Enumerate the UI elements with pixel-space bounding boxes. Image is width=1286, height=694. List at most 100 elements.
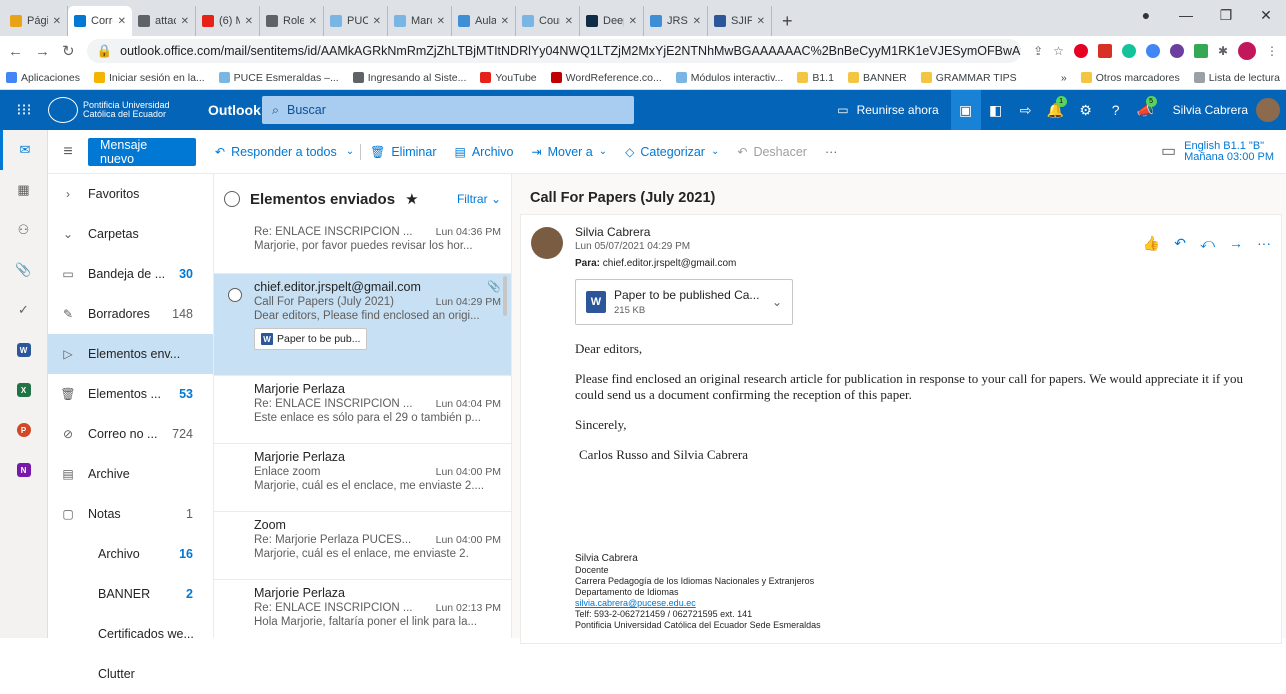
minimize-icon[interactable]: — — [1166, 7, 1206, 23]
tab-close-icon[interactable]: ✕ — [501, 16, 509, 27]
teams-chat-icon[interactable]: ▣ — [950, 90, 981, 130]
forward-icon[interactable]: → — [1229, 235, 1243, 252]
attachment-menu-chevron-icon[interactable]: ⌄ — [772, 295, 782, 309]
message-select-radio[interactable] — [228, 288, 242, 302]
browser-tab[interactable]: Página ✕ — [4, 6, 68, 36]
sender-avatar[interactable] — [531, 227, 563, 259]
more-options-icon[interactable]: ··· — [1257, 235, 1271, 252]
folder-item[interactable]: Clutter — [48, 654, 213, 694]
browser-tab[interactable]: DeepL ✕ — [580, 6, 644, 36]
reading-list-button[interactable]: Lista de lectura — [1193, 72, 1280, 84]
other-bookmarks-button[interactable]: Otros marcadores — [1080, 72, 1180, 84]
browser-tab[interactable]: attachm ✕ — [132, 6, 196, 36]
user-avatar[interactable] — [1256, 98, 1280, 122]
filter-button[interactable]: Filtrar ⌄ — [457, 192, 501, 206]
browser-tab[interactable]: Aula Vi ✕ — [452, 6, 516, 36]
extensions-puzzle-icon[interactable]: ✱ — [1218, 44, 1228, 58]
org-logo[interactable]: Pontificia Universidad Católica del Ecuad… — [48, 97, 208, 123]
forward-icon[interactable]: → — [35, 43, 50, 60]
reload-icon[interactable]: ↻ — [62, 42, 75, 60]
paperclip-icon[interactable]: 📎 — [0, 250, 47, 290]
message-item[interactable]: Marjorie Perlaza Enlace zoom Lun 04:00 PM M… — [214, 444, 511, 512]
close-window-icon[interactable]: ✕ — [1246, 7, 1286, 24]
pinterest-extension-icon[interactable] — [1073, 44, 1088, 58]
gear-extension-icon[interactable] — [1169, 44, 1184, 58]
undo-button[interactable]: ↶ Deshacer — [728, 145, 816, 159]
reply-all-button[interactable]: ↶ Responder a todos — [206, 145, 346, 159]
search-box[interactable]: ⌕ Buscar — [262, 96, 634, 124]
bookmark-item[interactable]: BANNER — [847, 72, 907, 84]
folder-item[interactable]: ▢ Notas 1 — [48, 494, 213, 534]
bookmark-item[interactable]: WordReference.co... — [550, 72, 662, 84]
folder-item[interactable]: ⊘ Correo no ... 724 — [48, 414, 213, 454]
message-item[interactable]: Zoom Re: Marjorie Perlaza PUCES... Lun 04:… — [214, 512, 511, 580]
upcoming-event[interactable]: ▭ English B1.1 "B" Mañana 03:00 PM — [1161, 140, 1286, 163]
attachment-card[interactable]: W Paper to be published Ca... 215 KB ⌄ — [575, 279, 793, 325]
profile-avatar-icon[interactable] — [1238, 42, 1256, 60]
tab-close-icon[interactable]: ✕ — [181, 16, 189, 27]
browser-tab[interactable]: Course ✕ — [516, 6, 580, 36]
sender-name[interactable]: Silvia Cabrera — [575, 225, 650, 239]
translate-extension-icon[interactable] — [1145, 44, 1160, 58]
bookmark-item[interactable]: Aplicaciones — [6, 72, 80, 84]
back-icon[interactable]: ← — [8, 43, 23, 60]
folder-item[interactable]: ✎ Borradores 148 — [48, 294, 213, 334]
bookmark-star-icon[interactable]: ☆ — [1053, 44, 1064, 58]
folder-item[interactable]: ▷ Elementos env... — [48, 334, 213, 374]
tab-close-icon[interactable]: ✕ — [757, 16, 765, 27]
meet-now-button[interactable]: ▭ Reunirse ahora — [825, 103, 950, 117]
browser-tab[interactable]: (6) Moo ✕ — [196, 6, 260, 36]
bookmark-item[interactable]: Módulos interactiv... — [675, 72, 783, 84]
tab-close-icon[interactable]: ✕ — [53, 16, 61, 27]
office-icon[interactable]: ◧ — [981, 90, 1011, 130]
browser-tab[interactable]: SJIF Jou ✕ — [708, 6, 772, 36]
tab-close-icon[interactable]: ✕ — [118, 16, 126, 27]
powerpoint-app-icon[interactable]: P — [0, 410, 47, 450]
onenote-app-icon[interactable]: N — [0, 450, 47, 490]
url-field[interactable]: 🔒 outlook.office.com/mail/sentitems/id/A… — [86, 39, 1022, 63]
puzzle-extension-icon[interactable] — [1193, 44, 1208, 58]
tab-close-icon[interactable]: ✕ — [373, 16, 381, 27]
browser-menu-icon[interactable]: ⋮ — [1266, 44, 1278, 58]
categorize-button[interactable]: ◇ Categorizar ⌄ — [616, 145, 728, 159]
bookmark-item[interactable]: Iniciar sesión en la... — [93, 72, 205, 84]
reply-dropdown-chevron-icon[interactable]: ⌄ — [346, 146, 354, 157]
bookmark-item[interactable]: YouTube — [480, 72, 537, 84]
folder-item[interactable]: 🗑 Elementos ... 53 — [48, 374, 213, 414]
folder-item[interactable]: Certificados we... — [48, 614, 213, 654]
message-item[interactable]: Re: ENLACE INSCRIPCION ... Lun 04:36 PM Ma… — [214, 224, 511, 274]
menu-hamburger-icon[interactable]: ≡ — [48, 143, 88, 161]
app-launcher-icon[interactable]: ⁝⁝⁝ — [0, 100, 48, 120]
calendar-icon[interactable]: ▦ — [0, 170, 47, 210]
reply-icon[interactable]: ↶ — [1174, 235, 1186, 252]
app-name[interactable]: Outlook — [208, 102, 262, 118]
recipient-address[interactable]: chief.editor.jrspelt@gmail.com — [603, 258, 737, 269]
tab-close-icon[interactable]: ✕ — [437, 16, 445, 27]
people-icon[interactable]: ⚇ — [0, 210, 47, 250]
bookmark-item[interactable]: GRAMMAR TIPS — [920, 72, 1017, 84]
megaphone-icon[interactable]: 📣 5 — [1131, 90, 1161, 130]
grammarly-extension-icon[interactable] — [1121, 44, 1136, 58]
browser-tab[interactable]: Correo ✕ — [68, 6, 132, 36]
notifications-icon[interactable]: 🔔 1 — [1041, 90, 1071, 130]
new-message-button[interactable]: Mensaje nuevo — [88, 137, 196, 166]
bookmark-item[interactable]: B1.1 — [797, 72, 834, 84]
folder-item[interactable]: ▤ Archive — [48, 454, 213, 494]
mail-icon[interactable]: ✉ — [0, 130, 47, 170]
like-icon[interactable]: 👍 — [1143, 235, 1160, 252]
folder-item[interactable]: Archivo 16 — [48, 534, 213, 574]
settings-gear-icon[interactable]: ⚙ — [1071, 90, 1101, 130]
new-tab-icon[interactable]: + — [772, 6, 803, 36]
delete-button[interactable]: 🗑 Eliminar — [361, 145, 445, 159]
folder-item[interactable]: ▭ Bandeja de ... 30 — [48, 254, 213, 294]
message-item[interactable]: Marjorie Perlaza Re: ENLACE INSCRIPCIÓN .… — [214, 580, 511, 638]
browser-tab[interactable]: Role-Pl ✕ — [260, 6, 324, 36]
browser-tab[interactable]: Marcad ✕ — [388, 6, 452, 36]
attachment-chip[interactable]: W Paper to be pub... — [254, 328, 368, 350]
tab-close-icon[interactable]: ✕ — [565, 16, 573, 27]
folders-header[interactable]: ⌄ Carpetas — [48, 214, 213, 254]
tab-close-icon[interactable]: ✕ — [309, 16, 317, 27]
browser-tab[interactable]: PUCE S ✕ — [324, 6, 388, 36]
word-app-icon[interactable]: W — [0, 330, 47, 370]
message-item[interactable]: Marjorie Perlaza Re: ENLACE INSCRIPCIÓN .… — [214, 376, 511, 444]
